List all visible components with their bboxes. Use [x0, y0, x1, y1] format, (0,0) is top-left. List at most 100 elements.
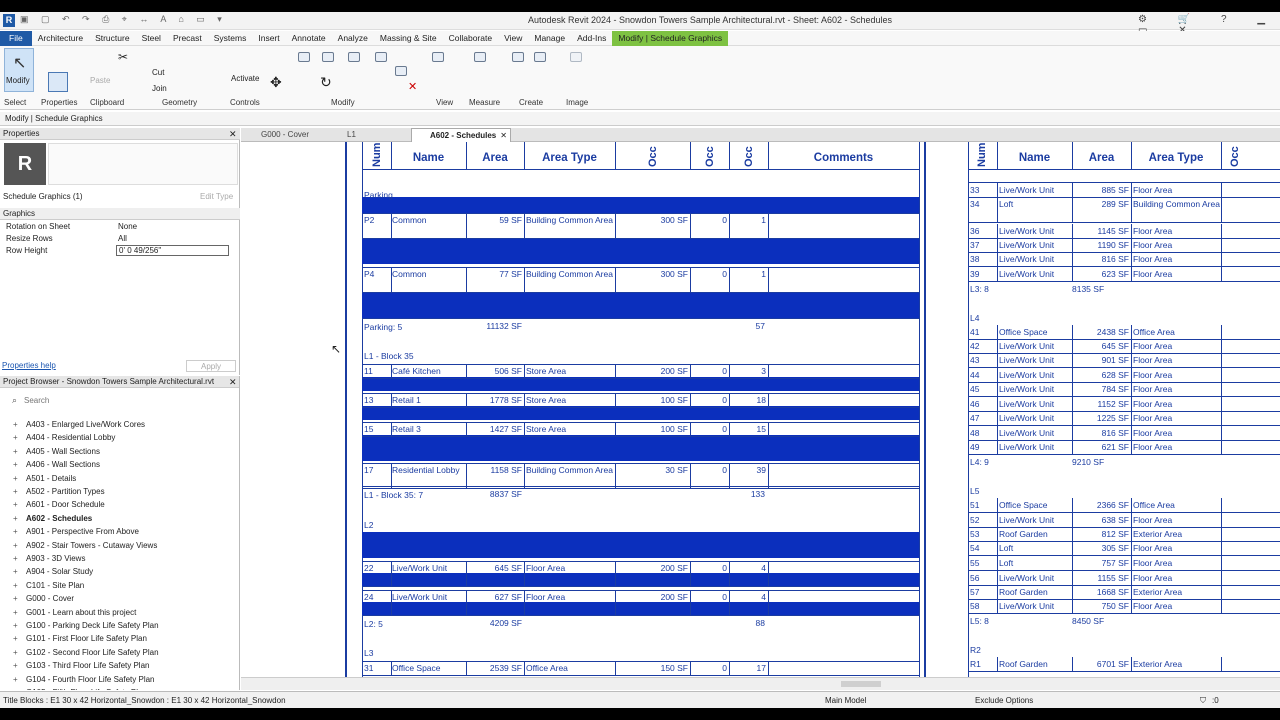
tab-close-icon[interactable]: ✕: [500, 129, 507, 143]
mirror-icon[interactable]: [348, 52, 360, 62]
properties-help-link[interactable]: Properties help: [2, 361, 56, 370]
schedule-cell[interactable]: Floor Area: [1133, 355, 1220, 366]
schedule-cell[interactable]: 42: [970, 341, 997, 352]
schedule-cell[interactable]: 0: [691, 465, 727, 476]
schedule-cell[interactable]: 305 SF: [1073, 543, 1129, 554]
type-selector[interactable]: [48, 143, 238, 185]
schedule-cell[interactable]: 289 SF: [1073, 199, 1129, 210]
schedule-cell[interactable]: L2: [364, 520, 564, 531]
schedule-cell[interactable]: Office Space: [999, 500, 1071, 511]
schedule-cell[interactable]: Common: [392, 215, 465, 226]
schedule-cell[interactable]: Store Area: [526, 395, 614, 406]
expand-icon[interactable]: +: [13, 661, 18, 670]
schedule-cell[interactable]: Retail 1: [392, 395, 465, 406]
schedule-cell[interactable]: 17: [364, 465, 391, 476]
schedule-cell[interactable]: L1 - Block 35: 7: [364, 490, 464, 501]
image-icon[interactable]: [570, 52, 582, 62]
rotate-icon[interactable]: ↻: [320, 74, 332, 91]
schedule-cell[interactable]: 150 SF: [616, 663, 688, 674]
schedule-cell[interactable]: 812 SF: [1073, 529, 1129, 540]
schedule-cell[interactable]: Roof Garden: [999, 529, 1071, 540]
quick-access-toolbar[interactable]: ▣ ▢ ↶ ↷ ⎙ ⌖ ↔ A ⌂ ▭ ▾: [20, 14, 380, 27]
horizontal-scrollbar[interactable]: [241, 677, 1280, 690]
menu-steel[interactable]: Steel: [136, 31, 167, 46]
prop-value[interactable]: None: [118, 222, 137, 231]
expand-icon[interactable]: +: [13, 500, 18, 509]
schedule-cell[interactable]: 9210 SF: [1072, 457, 1142, 468]
browser-item[interactable]: A904 - Solar Study: [26, 567, 93, 576]
schedule-cell[interactable]: Floor Area: [1133, 226, 1220, 237]
browser-item[interactable]: A901 - Perspective From Above: [26, 527, 139, 536]
schedule-cell[interactable]: Floor Area: [526, 563, 614, 574]
schedule-cell[interactable]: Loft: [999, 543, 1071, 554]
schedule-cell[interactable]: Floor Area: [1133, 185, 1220, 196]
schedule-cell[interactable]: 11132 SF: [466, 321, 522, 332]
schedule-cell[interactable]: 0: [691, 424, 727, 435]
schedule-cell[interactable]: Live/Work Unit: [999, 442, 1071, 453]
schedule-cell[interactable]: 30 SF: [616, 465, 688, 476]
expand-icon[interactable]: +: [13, 675, 18, 684]
expand-icon[interactable]: +: [13, 634, 18, 643]
scissors-icon[interactable]: ✂: [118, 50, 128, 64]
schedule-cell[interactable]: Office Area: [526, 663, 614, 674]
schedule-cell[interactable]: 0: [691, 663, 727, 674]
close-icon[interactable]: ✕: [229, 129, 237, 140]
schedule-cell[interactable]: 816 SF: [1073, 254, 1129, 265]
close-icon[interactable]: ✕: [229, 377, 237, 388]
schedule-cell[interactable]: Office Space: [999, 327, 1071, 338]
expand-icon[interactable]: +: [13, 447, 18, 456]
menu-add-ins[interactable]: Add-Ins: [571, 31, 612, 46]
expand-icon[interactable]: +: [13, 420, 18, 429]
schedule-cell[interactable]: L5: [970, 486, 1030, 497]
schedule-cell[interactable]: Floor Area: [1133, 543, 1220, 554]
schedule-cell[interactable]: 1225 SF: [1073, 413, 1129, 424]
schedule-cell[interactable]: 4209 SF: [466, 618, 522, 629]
column-header[interactable]: Name: [997, 152, 1072, 164]
schedule-cell[interactable]: 1155 SF: [1073, 573, 1129, 584]
schedule-cell[interactable]: 2539 SF: [467, 663, 522, 674]
offset-icon[interactable]: [322, 52, 334, 62]
schedule-cell[interactable]: Live/Work Unit: [999, 399, 1071, 410]
menu-architecture[interactable]: Architecture: [32, 31, 89, 46]
schedule-cell[interactable]: 43: [970, 355, 997, 366]
schedule-cell[interactable]: 0: [691, 592, 727, 603]
schedule-cell[interactable]: 627 SF: [467, 592, 522, 603]
schedule-cell[interactable]: 54: [970, 543, 997, 554]
column-header[interactable]: Area Type: [524, 152, 615, 164]
schedule-cell[interactable]: 57: [970, 587, 997, 598]
edit-type-button[interactable]: Edit Type: [200, 192, 233, 201]
column-header[interactable]: Comments: [768, 152, 919, 164]
menu-file[interactable]: File: [0, 30, 32, 46]
browser-item[interactable]: C101 - Site Plan: [26, 581, 84, 590]
schedule-cell[interactable]: Live/Work Unit: [999, 226, 1071, 237]
schedule-cell[interactable]: 56: [970, 573, 997, 584]
schedule-cell[interactable]: 0: [691, 563, 727, 574]
schedule-cell[interactable]: L5: 8: [970, 616, 1030, 627]
schedule-cell[interactable]: 55: [970, 558, 997, 569]
schedule-cell[interactable]: Loft: [999, 558, 1071, 569]
properties-icon[interactable]: [48, 72, 68, 92]
schedule-cell[interactable]: 31: [364, 663, 391, 674]
schedule-cell[interactable]: 39: [730, 465, 766, 476]
schedule-cell[interactable]: 2366 SF: [1073, 500, 1129, 511]
schedule-cell[interactable]: Building Common Area: [526, 215, 614, 226]
column-header[interactable]: Occ: [743, 146, 755, 167]
array-icon[interactable]: [375, 52, 387, 62]
schedule-cell[interactable]: Exterior Area: [1133, 587, 1220, 598]
schedule-cell[interactable]: 300 SF: [616, 215, 688, 226]
schedule-cell[interactable]: 15: [730, 424, 766, 435]
schedule-cell[interactable]: 506 SF: [467, 366, 522, 377]
schedule-cell[interactable]: Café Kitchen: [392, 366, 465, 377]
schedule-cell[interactable]: Parking: [364, 190, 564, 201]
column-header[interactable]: Area: [1072, 152, 1131, 164]
menu-collaborate[interactable]: Collaborate: [443, 31, 498, 46]
schedule-cell[interactable]: 52: [970, 515, 997, 526]
expand-icon[interactable]: +: [13, 567, 18, 576]
schedule-cell[interactable]: Live/Work Unit: [999, 428, 1071, 439]
browser-item[interactable]: A602 - Schedules: [26, 514, 92, 523]
schedule-cell[interactable]: Loft: [999, 199, 1071, 210]
schedule-cell[interactable]: Floor Area: [1133, 399, 1220, 410]
schedule-cell[interactable]: P2: [364, 215, 391, 226]
browser-item[interactable]: A502 - Partition Types: [26, 487, 105, 496]
schedule-cell[interactable]: Floor Area: [1133, 442, 1220, 453]
